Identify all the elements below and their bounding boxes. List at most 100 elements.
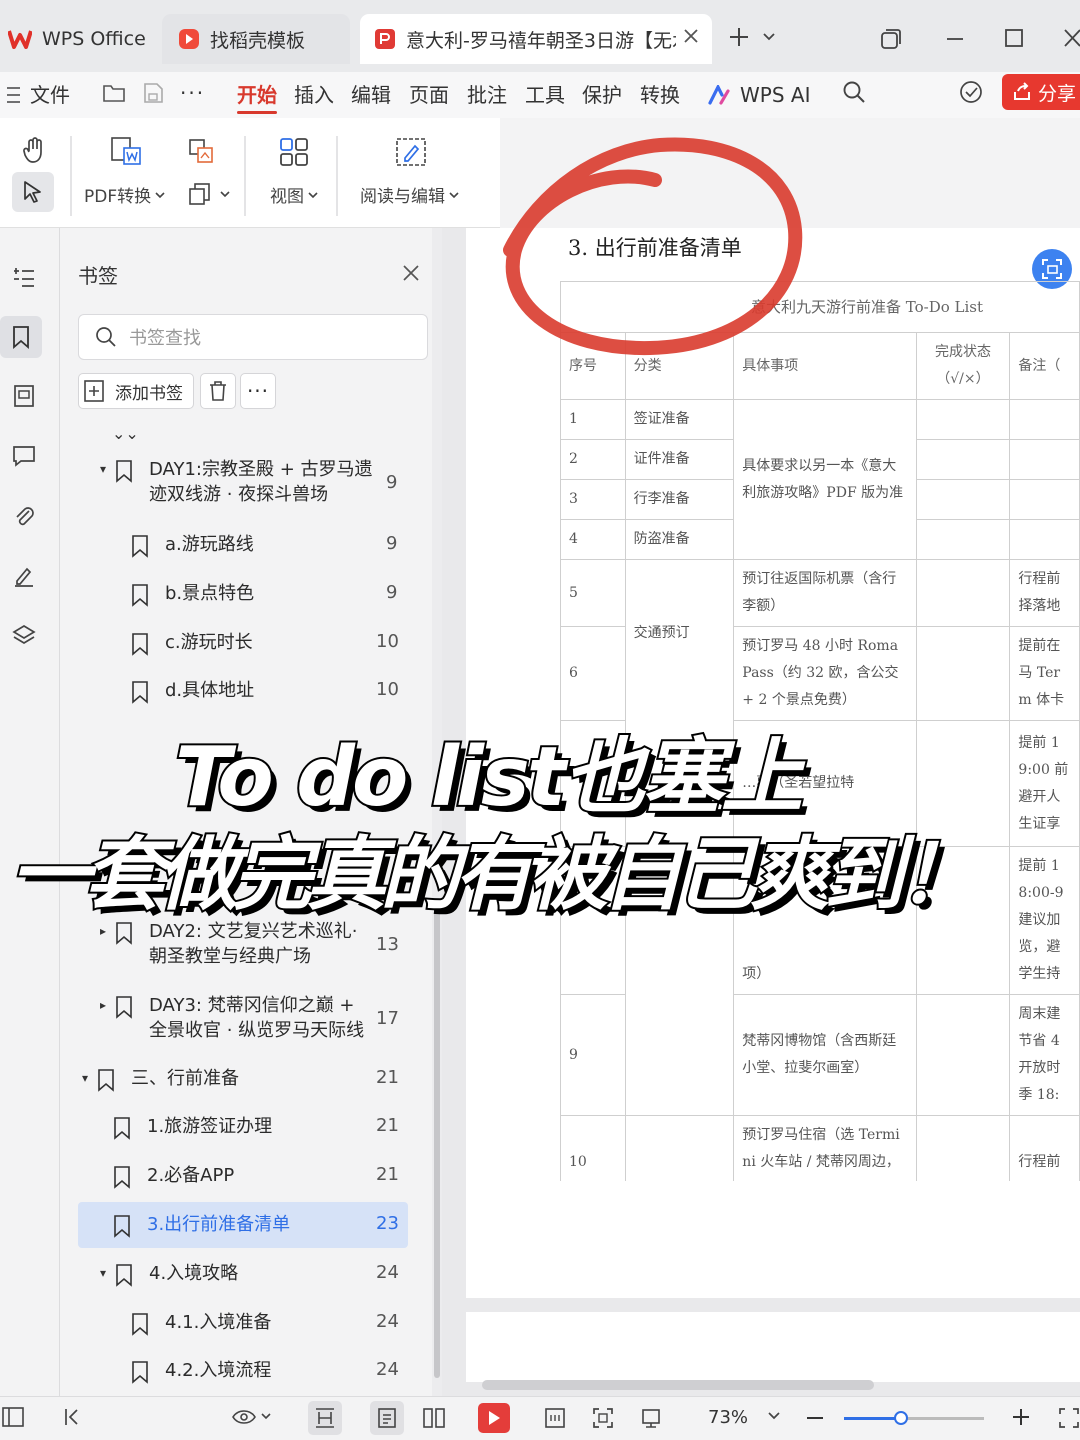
bookmark-label: 1.旅游签证办理 xyxy=(147,1116,273,1137)
add-bookmark-icon xyxy=(83,379,115,403)
menu-convert[interactable]: 转换 xyxy=(640,78,680,112)
thumbnail-icon[interactable] xyxy=(6,378,42,414)
pdf-convert-icon[interactable] xyxy=(110,136,144,168)
open-folder-icon[interactable] xyxy=(102,82,126,104)
share-button[interactable]: 分享 xyxy=(1002,74,1080,110)
bookmark-item[interactable]: 3.出行前准备清单 23 xyxy=(0,1213,430,1239)
bookmark-page-number: 23 xyxy=(376,1213,399,1234)
bookmark-icon xyxy=(114,459,134,483)
bookmark-panel-icon[interactable] xyxy=(0,316,42,358)
zoom-in-icon[interactable] xyxy=(1012,1408,1030,1426)
image-convert-icon[interactable] xyxy=(188,138,216,166)
menu-home[interactable]: 开始 xyxy=(237,78,277,112)
window-close-icon[interactable] xyxy=(1064,29,1080,47)
more-icon[interactable]: ··· xyxy=(180,76,205,110)
expand-arrow-icon[interactable]: ▾ xyxy=(82,1071,88,1085)
new-tab-button[interactable] xyxy=(728,26,750,48)
close-icon[interactable] xyxy=(402,264,420,282)
chevron-down-icon[interactable] xyxy=(768,1411,780,1421)
bookmark-item[interactable]: d.具体地址 10 xyxy=(0,679,430,705)
menu-edit[interactable]: 编辑 xyxy=(351,78,391,112)
expand-arrow-icon[interactable]: ▾ xyxy=(100,462,106,476)
window-restore-icon[interactable] xyxy=(880,28,902,50)
fullscreen-icon[interactable] xyxy=(1058,1407,1080,1429)
tab-docer-templates[interactable]: 找稻壳模板 xyxy=(162,14,350,64)
bookmark-item[interactable]: ▸ DAY3: 梵蒂冈信仰之巅 + 全景收官 · 纵览罗马天际线 17 xyxy=(0,994,430,1046)
ribbon-divider xyxy=(244,136,246,216)
bookmark-item[interactable]: ▾ DAY1:宗教圣殿 + 古罗马遗 迹双线游 · 夜探斗兽场 9 xyxy=(0,458,430,510)
view-button[interactable]: 视图 xyxy=(270,182,318,207)
tab-current-document[interactable]: 意大利-罗马禧年朝圣3日游【无水 xyxy=(360,14,712,64)
zoom-level[interactable]: 73% xyxy=(708,1407,748,1428)
zoom-slider-knob[interactable] xyxy=(894,1411,908,1425)
save-icon[interactable] xyxy=(142,82,164,104)
delete-bookmark-button[interactable] xyxy=(200,373,236,409)
hamburger-icon[interactable] xyxy=(6,78,22,112)
header-cell: 备注（ xyxy=(1009,332,1080,400)
expand-arrow-icon[interactable]: ▾ xyxy=(100,1266,106,1280)
zoom-slider[interactable] xyxy=(844,1411,984,1425)
menu-comment[interactable]: 批注 xyxy=(467,78,507,112)
more-options-button[interactable]: ··· xyxy=(240,373,276,409)
bookmark-page-number: 21 xyxy=(376,1067,399,1088)
search-icon[interactable] xyxy=(842,80,866,104)
select-tool-button[interactable] xyxy=(12,172,54,212)
zoom-out-icon[interactable] xyxy=(806,1409,824,1427)
bookmark-item[interactable]: a.游玩路线 9 xyxy=(0,533,430,559)
menu-page[interactable]: 页面 xyxy=(409,78,449,112)
maximize-icon[interactable] xyxy=(1005,29,1023,47)
tab-wps-office[interactable]: WPS Office xyxy=(0,14,150,64)
two-page-icon[interactable] xyxy=(422,1407,446,1429)
sidebar-toggle-icon[interactable] xyxy=(2,1407,24,1427)
bookmark-label: 2.必备APP xyxy=(147,1165,235,1186)
cloud-sync-icon[interactable] xyxy=(958,80,984,104)
crop-page-icon[interactable] xyxy=(640,1407,662,1429)
collapse-arrow-icon[interactable]: ▸ xyxy=(100,924,106,938)
menu-insert[interactable]: 插入 xyxy=(294,78,334,112)
bookmark-search-input[interactable]: 书签查找 xyxy=(78,314,428,360)
read-edit-button[interactable]: 阅读与编辑 xyxy=(360,182,459,207)
bookmark-item[interactable]: 1.旅游签证办理 21 xyxy=(0,1115,430,1141)
menu-wps-ai[interactable]: WPS AI xyxy=(708,78,810,112)
bookmark-item[interactable]: 4.2.入境流程 24 xyxy=(0,1359,430,1385)
zoom-slider-fill xyxy=(844,1417,900,1420)
fullscreen-fit-icon[interactable] xyxy=(592,1407,614,1429)
chevron-down-icon[interactable] xyxy=(762,32,776,42)
share-icon xyxy=(1012,82,1038,102)
scrollbar-thumb[interactable] xyxy=(434,908,440,1378)
bookmark-page-number: 10 xyxy=(376,679,399,700)
bookmark-item[interactable]: b.景点特色 9 xyxy=(0,582,430,608)
bookmark-item[interactable]: c.游玩时长 10 xyxy=(0,631,430,657)
bookmark-item[interactable]: ▸ DAY2: 文艺复兴艺术巡礼· 朝圣教堂与经典广场 13 xyxy=(0,920,430,972)
read-edit-icon[interactable] xyxy=(394,136,428,168)
pdf-convert-button[interactable]: PDF转换 xyxy=(84,182,165,207)
single-page-mode-button[interactable] xyxy=(308,1401,342,1435)
outline-icon[interactable] xyxy=(6,260,42,296)
bookmark-item[interactable]: ▾ 三、行前准备 21 xyxy=(0,1067,430,1093)
copy-pages-icon xyxy=(188,182,212,206)
bookmark-item[interactable]: 2.必备APP 21 xyxy=(0,1164,430,1190)
overlay-caption-line2: 一套做完真的有被自己爽到！ xyxy=(8,826,980,923)
table-cell: 提前 1 9:00 前 避开人 生证享 xyxy=(1009,720,1080,847)
hand-tool-icon[interactable] xyxy=(22,136,48,164)
close-icon[interactable] xyxy=(682,27,700,45)
play-slideshow-button[interactable] xyxy=(478,1403,510,1433)
bookmark-item[interactable]: 4.1.入境准备 24 xyxy=(0,1311,430,1337)
page-convert-button[interactable] xyxy=(188,182,230,206)
bookmark-item[interactable]: ▾ 4.入境攻略 24 xyxy=(0,1262,430,1288)
collapse-arrow-icon[interactable]: ▸ xyxy=(100,998,106,1012)
fit-width-icon[interactable] xyxy=(544,1407,566,1429)
add-bookmark-button[interactable]: 添加书签 xyxy=(78,373,194,409)
first-page-icon[interactable] xyxy=(64,1407,80,1427)
menu-protect[interactable]: 保护 xyxy=(582,78,622,112)
minimize-icon[interactable] xyxy=(946,37,964,41)
horizontal-scrollbar[interactable] xyxy=(482,1380,874,1390)
menu-file[interactable]: 文件 xyxy=(30,78,70,112)
status-bar: 73% xyxy=(0,1396,1080,1440)
eye-view-icon[interactable] xyxy=(232,1408,272,1426)
menu-tools[interactable]: 工具 xyxy=(525,78,565,112)
continuous-mode-button[interactable] xyxy=(370,1401,404,1435)
bookmark-page-number: 9 xyxy=(386,533,398,554)
chevron-down-icon xyxy=(155,191,165,199)
view-grid-icon[interactable] xyxy=(278,136,310,168)
